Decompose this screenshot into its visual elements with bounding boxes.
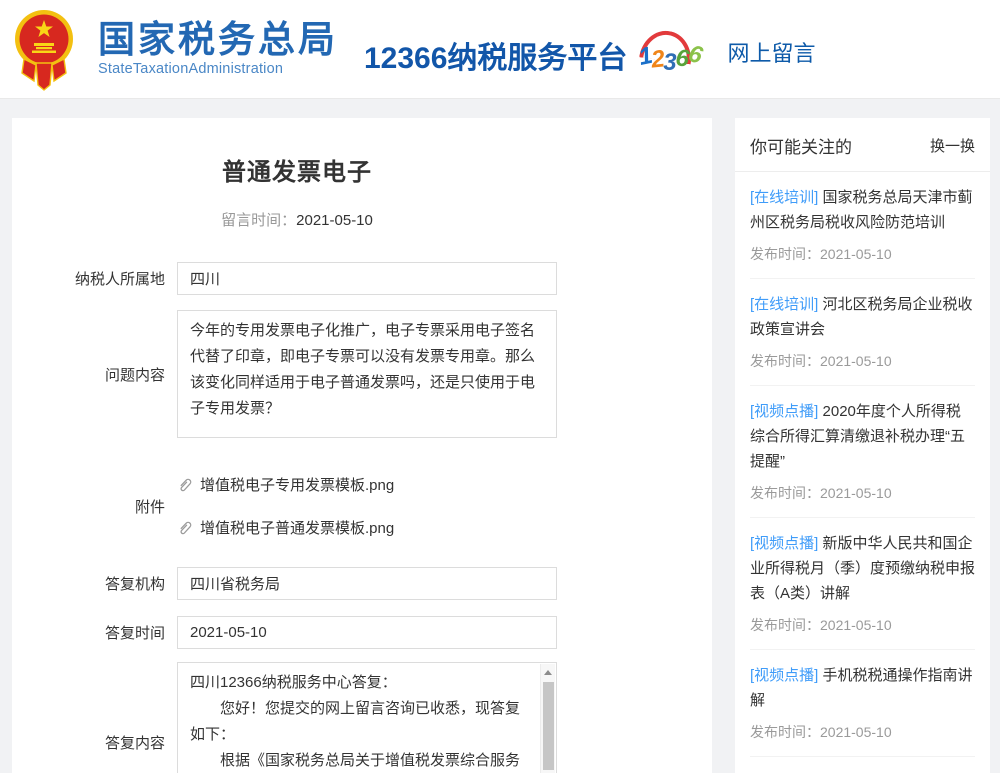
badge-digits: 12366: [633, 43, 705, 71]
reply-org-input[interactable]: 四川省税务局: [177, 567, 557, 600]
reply-time-label: 答复时间: [12, 622, 177, 643]
row-question-content: 问题内容 今年的专用发票电子化推广，电子专票采用电子签名代替了印章，即电子专票可…: [12, 310, 712, 438]
item-date: 发布时间：2021-05-10: [750, 722, 975, 742]
reply-org-label: 答复机构: [12, 573, 177, 594]
paperclip-icon: [177, 520, 193, 536]
paperclip-icon: [177, 477, 193, 493]
row-attachments: 附件 增值税电子专用发票模板.png 增值税电子普通发票模板.png: [12, 462, 712, 550]
sidebar-list-item[interactable]: [视频点播] 手机税税通操作指南讲解 发布时间：2021-05-10: [750, 650, 975, 757]
taxpayer-region-input[interactable]: 四川: [177, 262, 557, 295]
item-date: 发布时间：2021-05-10: [750, 244, 975, 264]
platform-name: 12366纳税服务平台: [364, 33, 627, 77]
item-title: [视频点播] 新版中华人民共和国企业所得税月（季）度预缴纳税申报表（A类）讲解: [750, 531, 975, 606]
sidebar-list-item[interactable]: [视频点播] 2020年度个人所得税综合所得汇算清缴退补税办理“五提醒” 发布时…: [750, 386, 975, 518]
recommendations-sidebar: 你可能关注的 换一换 [在线培训] 国家税务总局天津市蓟州区税务局税收风险防范培…: [735, 118, 990, 773]
message-title: 普通发票电子: [12, 152, 712, 187]
org-name-block: 国家税务总局 StateTaxationAdministration: [98, 21, 338, 78]
item-date-value: 2021-05-10: [820, 724, 892, 740]
attachment-list: 增值税电子专用发票模板.png 增值税电子普通发票模板.png: [177, 462, 557, 550]
reply-time-input[interactable]: 2021-05-10: [177, 616, 557, 649]
attachment-filename: 增值税电子普通发票模板.png: [200, 517, 394, 538]
sidebar-title: 你可能关注的: [750, 133, 852, 158]
item-tag: [视频点播]: [750, 535, 818, 552]
sidebar-list-item[interactable]: [视频点播] 残疾人创业就业税收优惠政策讲解 发布时间：2021-05-10: [750, 757, 975, 773]
item-date: 发布时间：2021-05-10: [750, 615, 975, 635]
row-reply-time: 答复时间 2021-05-10: [12, 616, 712, 649]
taxpayer-region-label: 纳税人所属地: [12, 268, 177, 289]
item-date-value: 2021-05-10: [820, 353, 892, 369]
message-detail-panel: 普通发票电子 留言时间：2021-05-10 纳税人所属地 四川 问题内容 今年…: [12, 118, 712, 773]
item-date-value: 2021-05-10: [820, 485, 892, 501]
row-reply-content: 答复内容 四川12366纳税服务中心答复： 您好！您提交的网上留言咨询已收悉，现…: [12, 662, 712, 773]
scrollbar-thumb[interactable]: [543, 682, 554, 770]
item-date-value: 2021-05-10: [820, 246, 892, 262]
reply-scrollbar[interactable]: [540, 664, 555, 773]
sidebar-header: 你可能关注的 换一换: [735, 118, 990, 172]
item-title: [视频点播] 手机税税通操作指南讲解: [750, 663, 975, 713]
attachment-filename: 增值税电子专用发票模板.png: [200, 474, 394, 495]
badge-digit: 3: [663, 49, 675, 77]
item-date-label: 发布时间：: [750, 353, 820, 369]
badge-digit: 6: [685, 40, 705, 70]
item-date: 发布时间：2021-05-10: [750, 483, 975, 503]
attachment-link[interactable]: 增值税电子普通发票模板.png: [177, 511, 557, 544]
sidebar-list-item[interactable]: [在线培训] 河北区税务局企业税收政策宣讲会 发布时间：2021-05-10: [750, 279, 975, 386]
item-tag: [在线培训]: [750, 189, 818, 206]
national-emblem-logo: [14, 7, 74, 91]
scroll-up-arrow-icon[interactable]: [541, 664, 555, 680]
item-tag: [视频点播]: [750, 403, 818, 420]
item-tag: [在线培训]: [750, 296, 818, 313]
org-name-cn: 国家税务总局: [98, 21, 338, 60]
message-time-label: 留言时间：: [221, 212, 296, 229]
item-date-label: 发布时间：: [750, 617, 820, 633]
sidebar-list-item[interactable]: [在线培训] 国家税务总局天津市蓟州区税务局税收风险防范培训 发布时间：2021…: [750, 172, 975, 279]
item-title: [视频点播] 2020年度个人所得税综合所得汇算清缴退补税办理“五提醒”: [750, 399, 975, 474]
item-date-label: 发布时间：: [750, 724, 820, 740]
attachments-label: 附件: [12, 496, 177, 517]
reply-content-label: 答复内容: [12, 732, 177, 753]
question-content-textarea[interactable]: 今年的专用发票电子化推广，电子专票采用电子签名代替了印章，即电子专票可以没有发票…: [177, 310, 557, 438]
attachment-link[interactable]: 增值税电子专用发票模板.png: [177, 468, 557, 501]
item-title: [在线培训] 国家税务总局天津市蓟州区税务局税收风险防范培训: [750, 185, 975, 235]
message-time-line: 留言时间：2021-05-10: [12, 209, 712, 230]
question-content-label: 问题内容: [12, 364, 177, 385]
org-name-en: StateTaxationAdministration: [98, 61, 338, 77]
nav-online-message[interactable]: 网上留言: [727, 36, 815, 68]
badge-12366-logo: 12366: [633, 29, 705, 79]
item-date: 发布时间：2021-05-10: [750, 351, 975, 371]
sidebar-list: [在线培训] 国家税务总局天津市蓟州区税务局税收风险防范培训 发布时间：2021…: [735, 172, 990, 773]
message-time-value: 2021-05-10: [296, 212, 373, 229]
item-date-value: 2021-05-10: [820, 617, 892, 633]
message-form: 纳税人所属地 四川 问题内容 今年的专用发票电子化推广，电子专票采用电子签名代替…: [12, 262, 712, 773]
site-header: 国家税务总局 StateTaxationAdministration 12366…: [0, 0, 1000, 99]
reply-content-text: 四川12366纳税服务中心答复： 您好！您提交的网上留言咨询已收悉，现答复如下：…: [190, 670, 528, 773]
item-tag: [视频点播]: [750, 667, 818, 684]
item-title: [在线培训] 河北区税务局企业税收政策宣讲会: [750, 292, 975, 342]
reply-content-textarea[interactable]: 四川12366纳税服务中心答复： 您好！您提交的网上留言咨询已收悉，现答复如下：…: [177, 662, 557, 773]
item-date-label: 发布时间：: [750, 246, 820, 262]
sidebar-list-item[interactable]: [视频点播] 新版中华人民共和国企业所得税月（季）度预缴纳税申报表（A类）讲解 …: [750, 518, 975, 650]
refresh-list-button[interactable]: 换一换: [930, 135, 975, 156]
row-reply-org: 答复机构 四川省税务局: [12, 567, 712, 600]
row-taxpayer-region: 纳税人所属地 四川: [12, 262, 712, 295]
item-date-label: 发布时间：: [750, 485, 820, 501]
